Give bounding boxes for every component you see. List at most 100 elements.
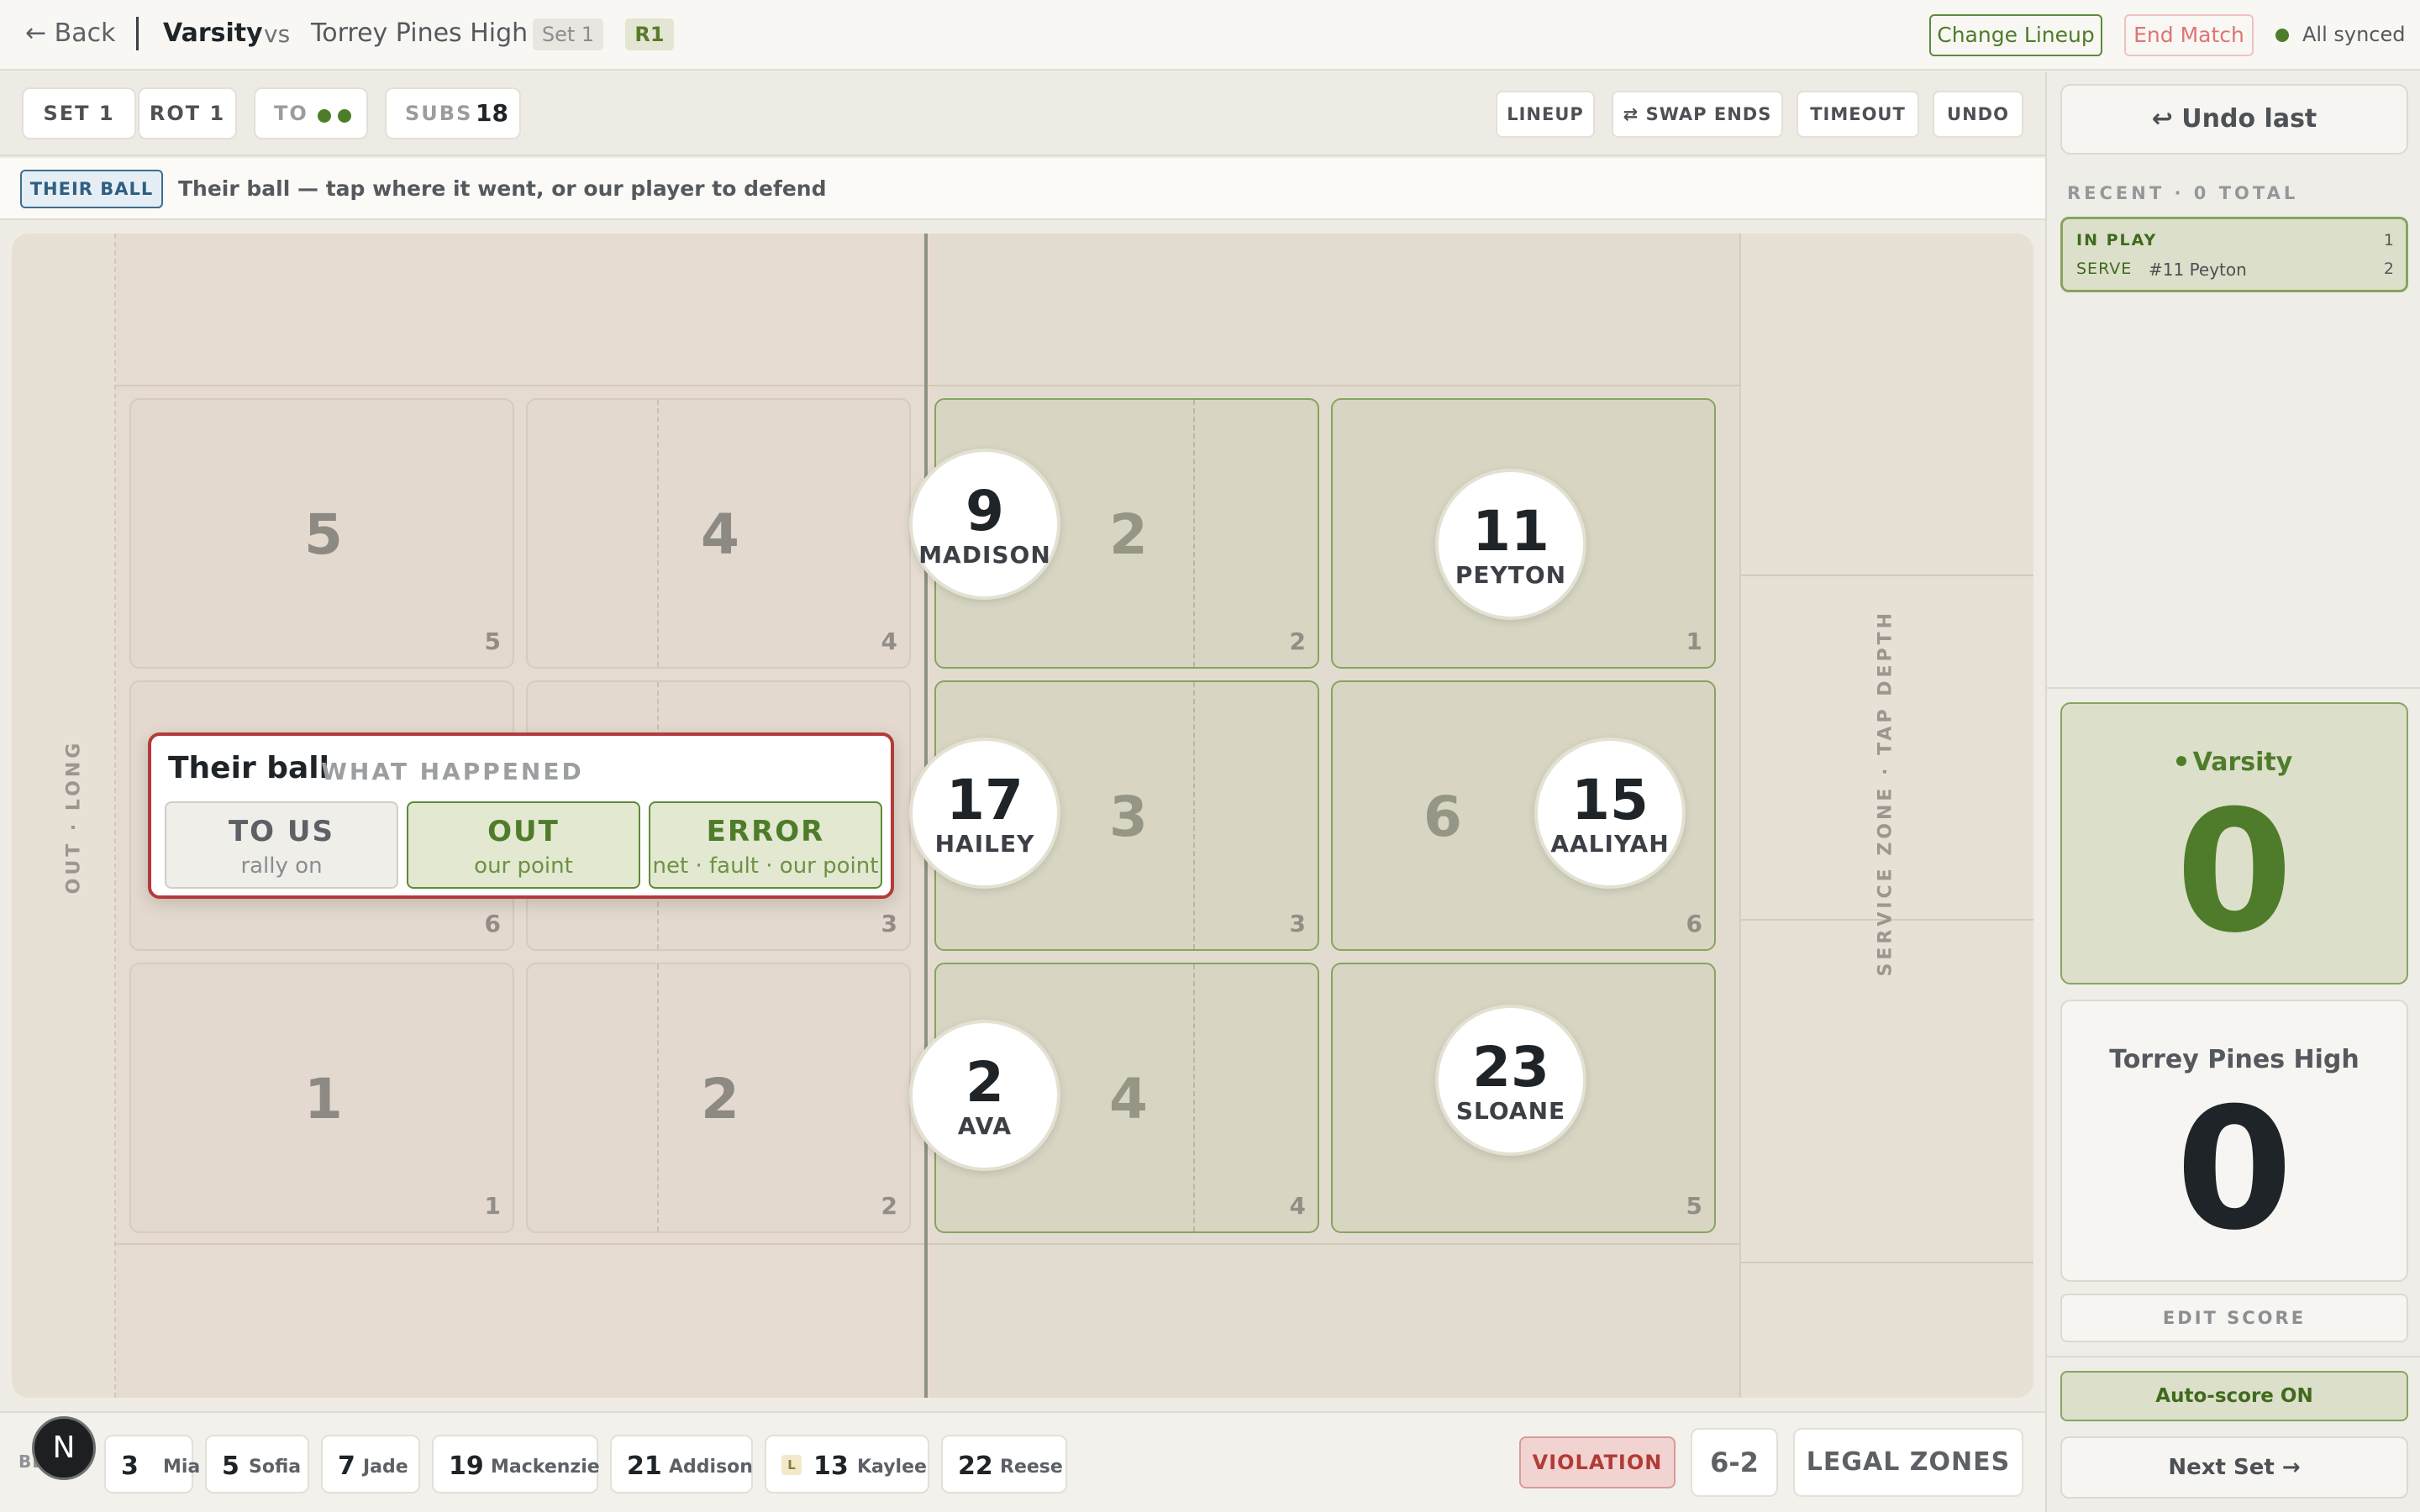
zone-small-number: 3 <box>1289 910 1306 937</box>
their-ball-popup: Their ball WHAT HAPPENED TO US rally on … <box>148 732 894 899</box>
bench-player-name: Jade <box>363 1457 408 1478</box>
bench-player[interactable]: 3 Mia <box>104 1435 200 1494</box>
formation-button[interactable]: 6-2 <box>1691 1428 1778 1497</box>
player-token[interactable]: 23 SLOANE <box>1435 1005 1586 1156</box>
bench-player-name: Addison <box>669 1457 753 1478</box>
zone-number: 5 <box>304 502 343 567</box>
zone-small-number: 5 <box>1686 1192 1702 1220</box>
libero-badge: L <box>781 1455 802 1475</box>
their-zone-5[interactable]: 5 5 <box>129 398 514 669</box>
change-lineup-button[interactable]: Change Lineup <box>1929 14 2102 56</box>
bench-player[interactable]: 21 Addison <box>610 1435 753 1494</box>
bench-player-name: Sofia <box>249 1457 302 1478</box>
bench-player-number: 19 <box>449 1452 484 1481</box>
legal-zones-button[interactable]: LEGAL ZONES <box>1793 1428 2023 1497</box>
edit-score-button[interactable]: EDIT SCORE <box>2060 1294 2408 1342</box>
service-zone-divider <box>1741 575 2033 576</box>
zone-number: 4 <box>701 502 739 567</box>
error-button[interactable]: ERROR net · fault · our point <box>649 801 882 889</box>
set-indicator: SET 1 <box>22 87 136 139</box>
their-zone-2[interactable]: 2 2 <box>526 963 911 1233</box>
end-match-button[interactable]: End Match <box>2124 14 2254 56</box>
bench-player[interactable]: 5 Sofia <box>205 1435 309 1494</box>
bench-player-name: Kaylee <box>857 1457 927 1478</box>
away-score-card[interactable]: Torrey Pines High 0 <box>2060 1000 2408 1282</box>
to-us-button[interactable]: TO US rally on <box>165 801 398 889</box>
bench-player-number: 7 <box>338 1452 355 1481</box>
recent-label: RECENT · 0 TOTAL <box>2067 183 2299 203</box>
home-score-card[interactable]: Varsity 0 <box>2060 702 2408 984</box>
header-divider <box>136 17 139 50</box>
service-zone-divider <box>1741 1262 2033 1263</box>
player-name: PEYTON <box>1455 561 1567 589</box>
lineup-button[interactable]: LINEUP <box>1496 91 1595 138</box>
panel-divider <box>2047 1356 2420 1357</box>
top-bar: ← Back Varsity vs Torrey Pines High Set … <box>0 0 2420 71</box>
option-sub: net · fault · our point <box>652 853 879 879</box>
zone-small-number: 5 <box>484 627 501 655</box>
timeout-button[interactable]: TIMEOUT <box>1797 91 1919 138</box>
bench-player-number: 13 <box>813 1452 849 1481</box>
panel-divider <box>2047 687 2420 689</box>
option-sub: our point <box>474 853 573 879</box>
zone-small-number: 1 <box>484 1192 501 1220</box>
player-name: AVA <box>957 1112 1013 1140</box>
status-prompt: Their ball — tap where it went, or our p… <box>178 176 827 201</box>
undo-button[interactable]: UNDO <box>1933 91 2023 138</box>
timeouts-label: TO <box>274 102 308 125</box>
bench-player-number: 21 <box>627 1452 662 1481</box>
zone-number: 1 <box>304 1067 343 1131</box>
set-chip: Set 1 <box>533 18 603 50</box>
zone-small-number: 2 <box>1289 627 1306 655</box>
their-zone-4[interactable]: 4 4 <box>526 398 911 669</box>
zone-small-number: 4 <box>881 627 897 655</box>
status-strip: THEIR BALL Their ball — tap where it wen… <box>0 158 2045 220</box>
recent-event-card[interactable]: IN PLAY 1 SERVE #11 Peyton 2 <box>2060 217 2408 292</box>
zone-number: 2 <box>701 1067 739 1131</box>
player-name: AALIYAH <box>1550 830 1670 858</box>
serving-indicator <box>2175 755 2186 766</box>
bench-player[interactable]: 22 Reese <box>941 1435 1067 1494</box>
player-token[interactable]: 2 AVA <box>909 1020 1060 1171</box>
back-line-bottom <box>116 1243 1739 1245</box>
player-token[interactable]: 9 MADISON <box>909 449 1060 600</box>
next-set-button[interactable]: Next Set → <box>2060 1436 2408 1499</box>
option-label: OUT <box>487 815 560 848</box>
zone-small-number: 3 <box>881 910 897 937</box>
auto-score-toggle[interactable]: Auto-score ON <box>2060 1371 2408 1421</box>
undo-last-button[interactable]: ↩ Undo last <box>2060 84 2408 155</box>
player-token[interactable]: 15 AALIYAH <box>1534 738 1686 889</box>
popup-subtitle: WHAT HAPPENED <box>321 758 584 785</box>
option-sub: rally on <box>240 853 323 879</box>
ball-possession-badge: THEIR BALL <box>20 170 163 208</box>
player-token[interactable]: 11 PEYTON <box>1435 469 1586 620</box>
swap-ends-button[interactable]: ⇄ SWAP ENDS <box>1612 91 1783 138</box>
event-count: 2 <box>2383 260 2394 278</box>
right-panel: ↩ Undo last RECENT · 0 TOTAL IN PLAY 1 S… <box>2045 72 2420 1512</box>
player-name: SLOANE <box>1455 1097 1566 1125</box>
zone-small-number: 6 <box>1686 910 1702 937</box>
bench-player-name: Mackenzie <box>491 1457 600 1478</box>
player-number: 11 <box>1472 499 1549 564</box>
event-action: SERVE <box>2076 260 2133 278</box>
home-score-name: Varsity <box>2062 748 2407 777</box>
timeout-dot <box>338 109 351 123</box>
away-score: 0 <box>2175 1072 2293 1268</box>
out-button[interactable]: OUT our point <box>407 801 640 889</box>
player-token[interactable]: 17 HAILEY <box>909 738 1060 889</box>
timeout-dot <box>318 109 331 123</box>
back-line-top <box>116 385 1739 386</box>
violation-button[interactable]: VIOLATION <box>1519 1436 1676 1488</box>
player-name: MADISON <box>918 541 1051 569</box>
player-number: 9 <box>965 479 1004 543</box>
zone-small-number: 1 <box>1686 627 1702 655</box>
bench-player[interactable]: 19 Mackenzie <box>432 1435 600 1494</box>
app-launcher-button[interactable]: N <box>32 1416 96 1480</box>
home-team-name: Varsity <box>163 18 263 48</box>
bench-player[interactable]: 7 Jade <box>321 1435 420 1494</box>
their-zone-1[interactable]: 1 1 <box>129 963 514 1233</box>
bench-player-libero[interactable]: L 13 Kaylee <box>765 1435 929 1494</box>
sync-status-dot <box>2275 29 2289 42</box>
player-number: 15 <box>1571 768 1649 832</box>
back-button[interactable]: ← Back <box>25 18 116 48</box>
